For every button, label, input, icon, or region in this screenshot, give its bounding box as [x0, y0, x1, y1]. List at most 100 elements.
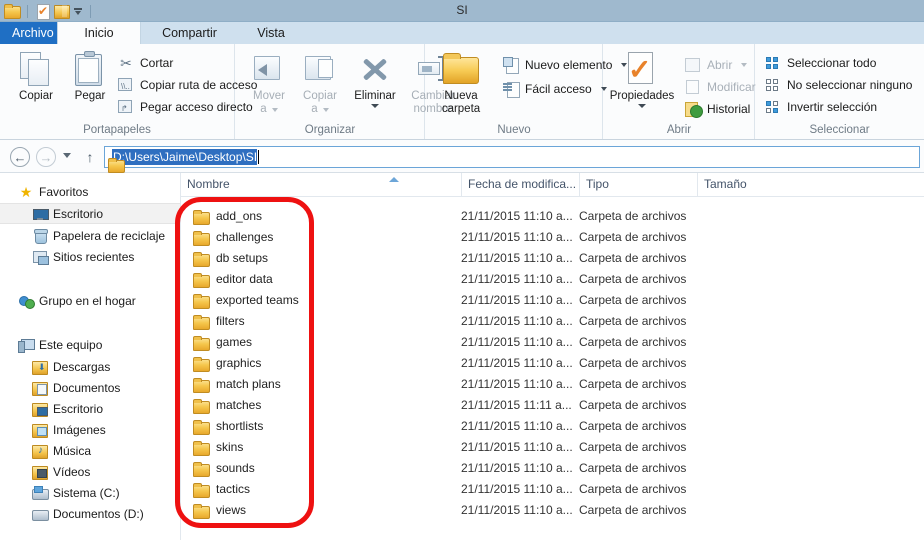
sidebar-header-label: Grupo en el hogar: [39, 293, 136, 308]
move-to-button[interactable]: Mover a: [241, 48, 297, 116]
sidebar-item-escritorio-fav[interactable]: Escritorio: [0, 203, 180, 224]
recent-places-icon: [32, 249, 49, 265]
sidebar-item-documentos[interactable]: Documentos: [0, 377, 180, 398]
history-button[interactable]: Historial: [685, 98, 750, 119]
file-type-cell: Carpeta de archivos: [579, 209, 687, 223]
table-row[interactable]: match plans 21/11/2015 11:10 a... Carpet…: [181, 374, 924, 395]
file-date-cell: 21/11/2015 11:10 a...: [461, 209, 573, 223]
file-name-text: skins: [216, 440, 244, 454]
table-row[interactable]: exported teams 21/11/2015 11:10 a... Car…: [181, 290, 924, 311]
table-row[interactable]: editor data 21/11/2015 11:10 a... Carpet…: [181, 269, 924, 290]
delete-button[interactable]: Eliminar: [345, 48, 405, 108]
tab-vista[interactable]: Vista: [238, 22, 304, 44]
title-bar: SI: [0, 0, 924, 22]
ribbon-tab-strip: Archivo Inicio Compartir Vista: [0, 22, 924, 44]
table-row[interactable]: db setups 21/11/2015 11:10 a... Carpeta …: [181, 248, 924, 269]
sidebar-header-favoritos[interactable]: ★ Favoritos: [0, 181, 180, 202]
table-row[interactable]: add_ons 21/11/2015 11:10 a... Carpeta de…: [181, 206, 924, 227]
paste-shortcut-button[interactable]: ↱ Pegar acceso directo: [118, 96, 253, 117]
easy-access-button[interactable]: Fácil acceso: [503, 78, 607, 99]
column-header-tipo[interactable]: Tipo: [579, 173, 697, 196]
file-type-cell: Carpeta de archivos: [579, 314, 687, 328]
chevron-down-icon[interactable]: [322, 107, 329, 112]
folder-icon: [193, 230, 210, 246]
sort-ascending-icon: [389, 177, 399, 182]
desktop-folder-icon: [32, 401, 48, 417]
table-row[interactable]: shortlists 21/11/2015 11:10 a... Carpeta…: [181, 416, 924, 437]
table-row[interactable]: views 21/11/2015 11:10 a... Carpeta de a…: [181, 500, 924, 521]
chevron-down-icon[interactable]: [741, 62, 748, 67]
paste-button[interactable]: Pegar: [62, 48, 118, 103]
sidebar-item-label: Música: [53, 443, 92, 458]
file-date-cell: 21/11/2015 11:10 a...: [461, 251, 573, 265]
select-none-icon: [765, 77, 781, 93]
sidebar-item-descargas[interactable]: Descargas: [0, 356, 180, 377]
table-row[interactable]: games 21/11/2015 11:10 a... Carpeta de a…: [181, 332, 924, 353]
sidebar-item-sistema-c[interactable]: Sistema (C:): [0, 482, 180, 503]
tab-archivo[interactable]: Archivo: [0, 22, 57, 44]
properties-button[interactable]: ✓ Propiedades: [605, 48, 679, 108]
table-row[interactable]: tactics 21/11/2015 11:10 a... Carpeta de…: [181, 479, 924, 500]
delete-label: Eliminar: [354, 90, 396, 102]
chevron-down-icon[interactable]: [371, 104, 379, 108]
file-name-cell: add_ons: [193, 206, 262, 227]
easy-access-label: Fácil acceso: [525, 81, 592, 96]
address-bar: ← → ↑ D:\Users\Jaime\Desktop\SI: [0, 140, 924, 173]
sidebar-item-documentos-d[interactable]: Documentos (D:): [0, 503, 180, 524]
delete-icon: [345, 48, 405, 90]
new-item-icon: [503, 56, 519, 74]
file-date-cell: 21/11/2015 11:10 a...: [461, 482, 573, 496]
file-date-cell: 21/11/2015 11:10 a...: [461, 440, 573, 454]
recent-locations-dropdown[interactable]: [63, 153, 71, 158]
sidebar-item-videos[interactable]: Vídeos: [0, 461, 180, 482]
address-input[interactable]: D:\Users\Jaime\Desktop\SI: [104, 146, 920, 168]
file-date-cell: 21/11/2015 11:10 a...: [461, 377, 573, 391]
table-row[interactable]: challenges 21/11/2015 11:10 a... Carpeta…: [181, 227, 924, 248]
select-none-label: No seleccionar ninguno: [787, 77, 913, 92]
table-row[interactable]: graphics 21/11/2015 11:10 a... Carpeta d…: [181, 353, 924, 374]
file-name-cell: match plans: [193, 374, 281, 395]
copy-button[interactable]: Copiar: [8, 48, 64, 103]
sidebar-item-imagenes[interactable]: Imágenes: [0, 419, 180, 440]
column-header-fecha[interactable]: Fecha de modifica...: [461, 173, 579, 196]
file-name-text: challenges: [216, 230, 274, 244]
column-header-tamano[interactable]: Tamaño: [697, 173, 777, 196]
back-button[interactable]: ←: [10, 147, 30, 167]
sidebar-item-label: Papelera de reciclaje: [53, 228, 166, 243]
sidebar-item-musica[interactable]: Música: [0, 440, 180, 461]
table-row[interactable]: filters 21/11/2015 11:10 a... Carpeta de…: [181, 311, 924, 332]
properties-label: Propiedades: [609, 90, 675, 102]
sidebar-item-sitios-recientes[interactable]: Sitios recientes: [0, 246, 180, 267]
sidebar-item-papelera[interactable]: Papelera de reciclaje: [0, 225, 180, 246]
table-row[interactable]: skins 21/11/2015 11:10 a... Carpeta de a…: [181, 437, 924, 458]
select-all-button[interactable]: Seleccionar todo: [765, 52, 876, 73]
column-header-nombre[interactable]: Nombre: [181, 173, 461, 196]
invert-selection-button[interactable]: Invertir selección: [765, 96, 877, 117]
star-icon: ★: [19, 183, 33, 200]
downloads-folder-icon: [32, 359, 48, 375]
new-folder-button[interactable]: Nueva carpeta: [430, 48, 492, 116]
chevron-down-icon[interactable]: [271, 107, 278, 112]
file-type-cell: Carpeta de archivos: [579, 335, 687, 349]
ribbon-group-portapapeles: Copiar Pegar ✂ Cortar \\.. Copiar ruta d…: [0, 44, 257, 139]
sidebar-header-grupo-hogar[interactable]: Grupo en el hogar: [0, 290, 180, 311]
sidebar-item-escritorio[interactable]: Escritorio: [0, 398, 180, 419]
chevron-down-icon[interactable]: [638, 104, 646, 108]
cut-button[interactable]: ✂ Cortar: [118, 52, 173, 73]
edit-button[interactable]: Modificar: [685, 76, 756, 97]
sidebar-item-label: Sitios recientes: [53, 249, 135, 264]
table-row[interactable]: matches 21/11/2015 11:11 a... Carpeta de…: [181, 395, 924, 416]
forward-button[interactable]: →: [36, 147, 56, 167]
table-row[interactable]: sounds 21/11/2015 11:10 a... Carpeta de …: [181, 458, 924, 479]
up-button[interactable]: ↑: [82, 149, 98, 165]
copy-to-button[interactable]: Copiar a: [292, 48, 348, 116]
file-type-cell: Carpeta de archivos: [579, 482, 687, 496]
new-folder-label-line2: carpeta: [441, 103, 481, 115]
scissors-icon: ✂: [120, 54, 132, 71]
tab-compartir[interactable]: Compartir: [141, 22, 238, 44]
select-none-button[interactable]: No seleccionar ninguno: [765, 74, 912, 95]
sidebar-header-este-equipo[interactable]: Este equipo: [0, 334, 180, 355]
open-button[interactable]: Abrir: [685, 54, 748, 75]
move-to-icon: [241, 48, 297, 90]
tab-inicio[interactable]: Inicio: [57, 22, 141, 44]
